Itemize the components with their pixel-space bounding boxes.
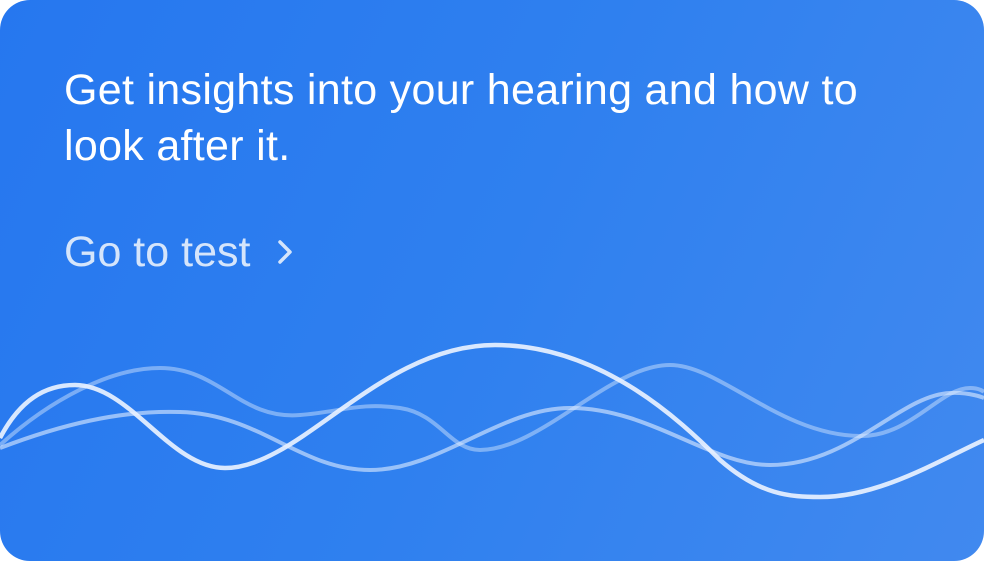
sound-waves-decoration: [0, 342, 984, 500]
wave-middle: [0, 362, 984, 453]
hearing-test-card[interactable]: Get insights into your hearing and how t…: [0, 0, 984, 561]
wave-back: [0, 390, 984, 473]
